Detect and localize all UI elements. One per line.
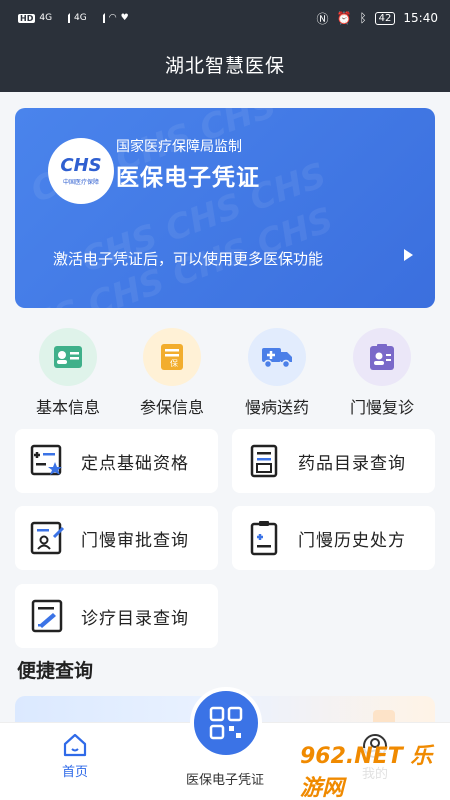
status-bar: HD 4G 4G ◠ ♥ Ⓝ ⏰ ᛒ 42 15:40: [0, 0, 450, 36]
quick-actions: 基本信息 保 参保信息 慢病送药 门慢复诊: [0, 328, 450, 418]
banner-description: 激活电子凭证后，可以使用更多医保功能: [53, 250, 324, 268]
site-watermark: 962.NET 乐游网: [300, 744, 445, 800]
svg-text:保: 保: [170, 358, 178, 368]
approval-icon: [29, 519, 67, 557]
tile-label: 药品目录查询: [298, 453, 406, 474]
e-certificate-banner[interactable]: CHS CHS CHS CHS CHS CHS CHS CHS CHS CHS …: [15, 108, 435, 308]
quick-insurance-info[interactable]: 保 参保信息: [122, 328, 222, 418]
nav-home[interactable]: 首页: [35, 733, 115, 780]
wifi-icon: ◠: [108, 13, 117, 23]
status-right: Ⓝ ⏰ ᛒ 42 15:40: [317, 10, 439, 27]
quick-query-title: 便捷查询: [17, 660, 94, 682]
nav-center-label: 医保电子凭证: [185, 773, 264, 788]
clock-time: 15:40: [403, 11, 438, 25]
id-card-icon: [39, 328, 97, 386]
hd-badge: HD: [18, 13, 36, 23]
signal-icon-2: [91, 13, 105, 23]
chs-logo-subtext: 中国医疗保障: [62, 178, 99, 186]
banner-title: 医保电子凭证: [116, 165, 260, 191]
network-4g-label: 4G: [39, 13, 53, 23]
signal-icon: [56, 13, 71, 23]
drug-catalog-icon: [246, 442, 284, 480]
bluetooth-icon: ᛒ: [359, 11, 367, 25]
quick-drug-delivery[interactable]: 慢病送药: [227, 328, 327, 418]
quick-label: 门慢复诊: [349, 398, 414, 417]
tile-label: 门慢审批查询: [81, 530, 189, 551]
banner-supervisor: 国家医疗保障局监制: [116, 139, 242, 155]
page-title: 湖北智慧医保: [164, 54, 285, 77]
tile-drug-catalog[interactable]: 药品目录查询: [232, 429, 435, 493]
insurance-doc-icon: 保: [143, 328, 201, 386]
alarm-icon: ⏰: [336, 11, 352, 25]
app-header: 湖北智慧医保: [0, 36, 450, 92]
quick-label: 基本信息: [35, 398, 100, 417]
quick-basic-info[interactable]: 基本信息: [18, 328, 118, 418]
tile-outpatient-approval[interactable]: 门慢审批查询: [15, 506, 218, 570]
quick-revisit[interactable]: 门慢复诊: [332, 328, 432, 418]
tile-label: 定点基础资格: [81, 453, 189, 474]
quick-label: 慢病送药: [244, 398, 309, 417]
quick-label: 参保信息: [139, 398, 204, 417]
home-icon: [63, 733, 87, 757]
qualification-icon: [29, 442, 67, 480]
chs-logo: CHS 中国医疗保障: [48, 138, 114, 204]
tile-designated-qualification[interactable]: 定点基础资格: [15, 429, 218, 493]
nfc-icon: Ⓝ: [316, 11, 329, 26]
e-certificate-qr-button[interactable]: [190, 687, 262, 759]
tile-label: 诊疗目录查询: [81, 608, 189, 629]
network-4g-label-2: 4G: [74, 13, 87, 23]
tile-treatment-catalog[interactable]: 诊疗目录查询: [15, 584, 218, 648]
status-left: HD 4G 4G ◠ ♥: [18, 13, 129, 23]
treatment-catalog-icon: [29, 597, 67, 635]
battery-icon: 42: [374, 11, 396, 25]
prescription-icon: [246, 519, 284, 557]
delivery-truck-icon: [248, 328, 306, 386]
tile-prescription-history[interactable]: 门慢历史处方: [232, 506, 435, 570]
heart-icon: ♥: [120, 13, 129, 23]
chs-logo-text: CHS: [60, 154, 102, 176]
play-arrow-icon[interactable]: [404, 249, 413, 261]
nav-home-label: 首页: [61, 765, 88, 780]
tile-label: 门慢历史处方: [298, 530, 406, 551]
doctor-card-icon: [353, 328, 411, 386]
watermark-text: 962.NET 乐游网: [300, 744, 433, 800]
qr-code-icon: [209, 706, 243, 740]
